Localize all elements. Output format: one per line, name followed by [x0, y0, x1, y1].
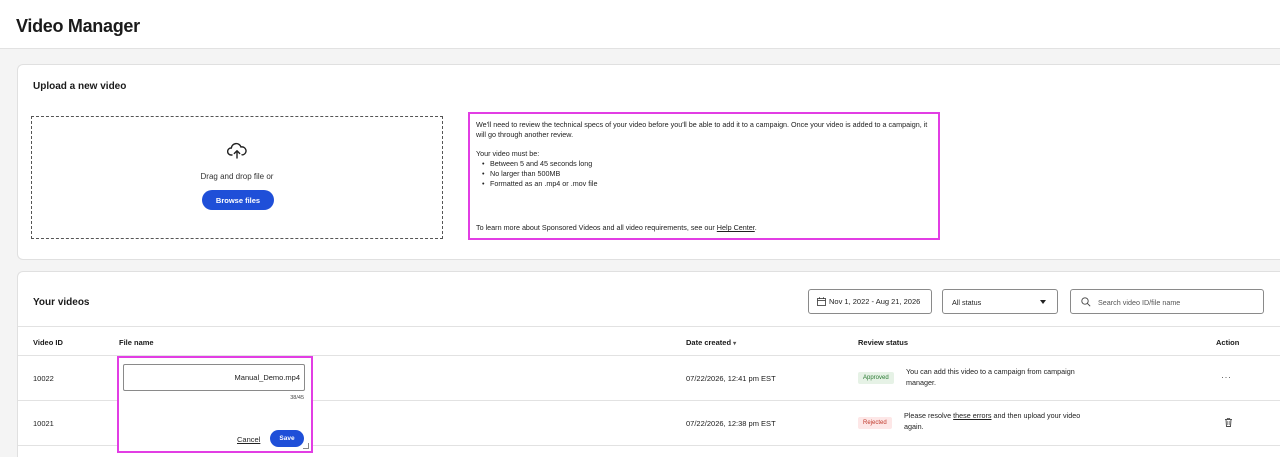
page-title: Video Manager [16, 16, 140, 36]
browse-files-button[interactable]: Browse files [202, 190, 274, 210]
these-errors-link[interactable]: these errors [953, 411, 991, 420]
col-date-created[interactable]: Date created ▾ [686, 338, 736, 347]
learn-more-suffix: . [754, 223, 757, 232]
help-center-link[interactable]: Help Center [717, 223, 755, 232]
status-badge: Approved [858, 372, 894, 384]
col-date-label: Date created [686, 338, 732, 347]
caret-down-icon [1040, 300, 1046, 304]
date-range-value: Nov 1, 2022 - Aug 21, 2026 [829, 297, 921, 306]
video-search[interactable] [1070, 289, 1264, 314]
file-name-input[interactable] [123, 364, 305, 391]
dropzone[interactable]: Drag and drop file or Browse files [31, 116, 443, 239]
requirements-list: Between 5 and 45 seconds long No larger … [480, 159, 932, 189]
col-video-id: Video ID [33, 338, 63, 347]
upload-title: Upload a new video [33, 81, 127, 92]
videos-title: Your videos [33, 297, 90, 308]
status-badge: Rejected [858, 417, 892, 429]
save-button[interactable]: Save [270, 430, 304, 447]
review-notice: We'll need to review the technical specs… [476, 120, 928, 139]
col-action: Action [1216, 338, 1240, 347]
resize-handle-icon[interactable] [303, 443, 309, 449]
review-message: You can add this video to a campaign fro… [906, 367, 1075, 387]
video-id: 10022 [33, 374, 54, 383]
requirement-item: Between 5 and 45 seconds long [480, 159, 932, 169]
more-actions-icon[interactable]: ··· [1221, 372, 1232, 382]
upload-card: Upload a new video Drag and drop file or… [17, 64, 1280, 260]
sort-desc-icon: ▾ [733, 341, 737, 347]
review-message: Please resolve these errors and then upl… [904, 410, 1094, 432]
status-value: All status [952, 298, 982, 307]
trash-icon[interactable] [1225, 418, 1232, 427]
calendar-icon [817, 297, 826, 306]
status-dropdown[interactable]: All status [942, 289, 1058, 314]
cloud-upload-icon [227, 142, 247, 159]
requirement-item: Formatted as an .mp4 or .mov file [480, 179, 932, 189]
page-header: Video Manager [0, 0, 1280, 49]
cancel-button[interactable]: Cancel [237, 435, 260, 444]
table-header: Video ID File name Date created ▾ Review… [18, 326, 1280, 356]
review-prefix: Please resolve [904, 411, 954, 420]
search-input[interactable] [1098, 295, 1258, 309]
requirements-info: We'll need to review the technical specs… [468, 112, 940, 240]
char-count: 38/45 [290, 395, 304, 401]
col-file-name: File name [119, 338, 154, 347]
learn-more-text: To learn more about Sponsored Videos and… [476, 223, 757, 233]
col-review-status: Review status [858, 338, 909, 347]
learn-more-prefix: To learn more about Sponsored Videos and… [476, 223, 717, 232]
date-created: 07/22/2026, 12:38 pm EST [686, 419, 776, 428]
requirement-item: No larger than 500MB [480, 169, 932, 179]
search-icon [1081, 297, 1091, 307]
must-be-label: Your video must be: [476, 149, 540, 158]
date-range-picker[interactable]: Nov 1, 2022 - Aug 21, 2026 [808, 289, 932, 314]
file-name-editor: 38/45 Cancel Save [117, 356, 313, 453]
video-id: 10021 [33, 419, 54, 428]
drop-text: Drag and drop file or [200, 172, 274, 181]
date-created: 07/22/2026, 12:41 pm EST [686, 374, 776, 383]
